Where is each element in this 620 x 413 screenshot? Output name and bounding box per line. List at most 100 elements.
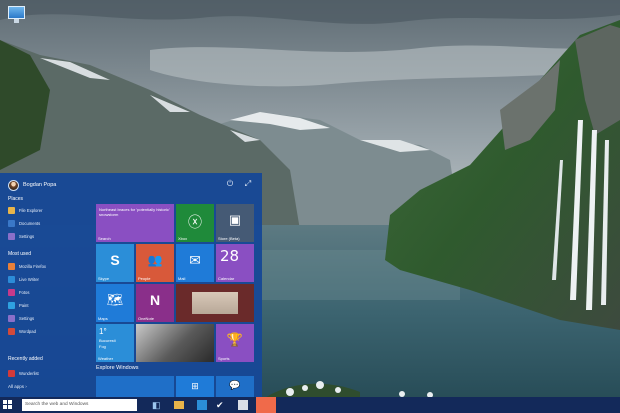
menu-item-label: Settings (19, 233, 35, 239)
tile-label: Search (98, 236, 111, 241)
menu-item-firefox[interactable]: Mozilla Firefox (8, 261, 88, 271)
weather-place: Bucuresti (99, 338, 116, 343)
user-name: Bogdan Popa (23, 182, 57, 188)
xbox-icon: ⓧ (188, 214, 202, 230)
chat-icon: 💬 (229, 380, 241, 390)
user-account[interactable]: Bogdan Popa (8, 178, 56, 192)
menu-item-label: Mozilla Firefox (19, 263, 46, 269)
places-title: Places (8, 196, 24, 202)
desktop-computer-icon[interactable] (5, 3, 29, 27)
onenote-icon: N (149, 292, 161, 308)
sports-tile[interactable]: 🏆 Sports (216, 324, 254, 362)
file-explorer-taskbar-icon[interactable] (174, 401, 184, 409)
menu-item-label: Fotos (19, 289, 30, 295)
paint-taskbar-icon[interactable] (256, 397, 276, 413)
start-menu: Bogdan Popa Places File Explorer Documen… (0, 173, 262, 397)
explore-tile-3[interactable]: 💬 (216, 376, 254, 397)
menu-item-live-writer[interactable]: Live Writer (8, 274, 88, 284)
menu-item-documents[interactable]: Documents (8, 218, 88, 228)
photos-icon (8, 288, 15, 296)
calendar-tile[interactable]: 28 Calendar (216, 244, 254, 282)
menu-item-settings-2[interactable]: Settings (8, 313, 88, 323)
menu-item-settings[interactable]: Settings (8, 231, 88, 241)
search-news-tile[interactable]: Northeast braces for 'potentially histor… (96, 204, 174, 242)
menu-item-label: Documents (19, 220, 41, 226)
power-icon[interactable]: ⏻ (225, 179, 235, 189)
photo-thumbnail (192, 292, 238, 314)
menu-item-label: Live Writer (19, 276, 39, 282)
menu-item-label: Paint (19, 302, 29, 308)
avatar (8, 179, 19, 191)
menu-item-label: Wunderlist (19, 370, 39, 376)
documents-icon (8, 219, 15, 227)
calendar-date: 28 (220, 247, 240, 265)
menu-item-paint[interactable]: Paint (8, 300, 88, 310)
store-bag-icon: ▣ (228, 212, 242, 227)
windows-logo-pane (3, 400, 7, 404)
taskbar: Search the web and Windows ◧ ✔ (0, 397, 620, 413)
wordpad-icon (8, 327, 15, 335)
trophy-icon: 🏆 (226, 332, 244, 347)
explore-windows-title: Explore Windows (96, 365, 139, 371)
start-menu-left-column: Bogdan Popa Places File Explorer Documen… (0, 173, 92, 397)
store-taskbar-icon[interactable] (197, 400, 207, 410)
windows-logo-pane (8, 400, 12, 404)
tile-label: Calendar (218, 276, 235, 281)
menu-item-photos[interactable]: Fotos (8, 287, 88, 297)
menu-item-wunderlist[interactable]: Wunderlist (8, 368, 88, 378)
wunderlist-icon (8, 369, 15, 377)
menu-item-wordpad[interactable]: Wordpad (8, 326, 88, 336)
writer-icon (8, 275, 15, 283)
paint-icon (8, 301, 15, 309)
xbox-tile[interactable]: ⓧ Xbox (176, 204, 214, 242)
tile-label: Xbox (178, 236, 188, 241)
map-icon: 🗺 (106, 292, 124, 307)
tile-label: Skype (98, 276, 110, 281)
onenote-tile[interactable]: N OneNote (136, 284, 174, 322)
menu-item-file-explorer[interactable]: File Explorer (8, 205, 88, 215)
mail-tile[interactable]: ✉ Mail (176, 244, 214, 282)
weather-tile[interactable]: 1° Bucuresti Fog Weather (96, 324, 134, 362)
windows-icon: ⊞ (191, 381, 199, 391)
recently-added-title: Recently added (8, 356, 43, 362)
tile-label: Maps (98, 316, 108, 321)
menu-item-label: Wordpad (19, 328, 36, 334)
document-taskbar-icon[interactable] (238, 400, 248, 410)
explore-tile-1[interactable] (96, 376, 174, 397)
task-view-icon[interactable]: ◧ (152, 400, 162, 410)
tile-label: Mail (178, 276, 186, 281)
weather-desc: Fog (99, 344, 106, 349)
menu-item-label: File Explorer (19, 207, 43, 213)
store-tile[interactable]: ▣ Store (Beta) (216, 204, 254, 242)
explore-tile-2[interactable]: ⊞ (176, 376, 214, 397)
skype-tile[interactable]: S Skype (96, 244, 134, 282)
all-apps-link[interactable]: All apps › (8, 384, 27, 389)
monitor-stand (14, 19, 19, 23)
gear-icon (8, 232, 15, 240)
news-headline: Northeast braces for 'potentially histor… (99, 207, 170, 217)
tile-label: People (138, 276, 151, 281)
checkmark-taskbar-icon[interactable]: ✔ (216, 400, 226, 410)
windows-logo-pane (8, 405, 12, 409)
expand-icon[interactable]: ⤢ (243, 179, 253, 189)
maps-tile[interactable]: 🗺 Maps (96, 284, 134, 322)
tile-label: Sports (218, 356, 230, 361)
mail-icon: ✉ (189, 252, 201, 268)
folder-icon (8, 206, 15, 214)
people-tile[interactable]: 👥 People (136, 244, 174, 282)
tile-label: Store (Beta) (218, 236, 240, 241)
skype-icon: S (110, 252, 120, 268)
weather-temp: 1° (99, 327, 107, 336)
search-input[interactable]: Search the web and Windows (22, 399, 137, 411)
sports-photo-tile[interactable] (136, 324, 214, 362)
start-button[interactable] (3, 400, 13, 410)
search-placeholder: Search the web and Windows (25, 402, 89, 407)
sports-photo (136, 324, 214, 362)
monitor-shape (8, 6, 25, 19)
firefox-icon (8, 262, 15, 270)
menu-item-label: Settings (19, 315, 35, 321)
tile-label: Weather (98, 356, 114, 361)
gear-icon (8, 314, 15, 322)
photo-live-tile[interactable] (176, 284, 254, 322)
people-icon: 👥 (147, 253, 163, 267)
